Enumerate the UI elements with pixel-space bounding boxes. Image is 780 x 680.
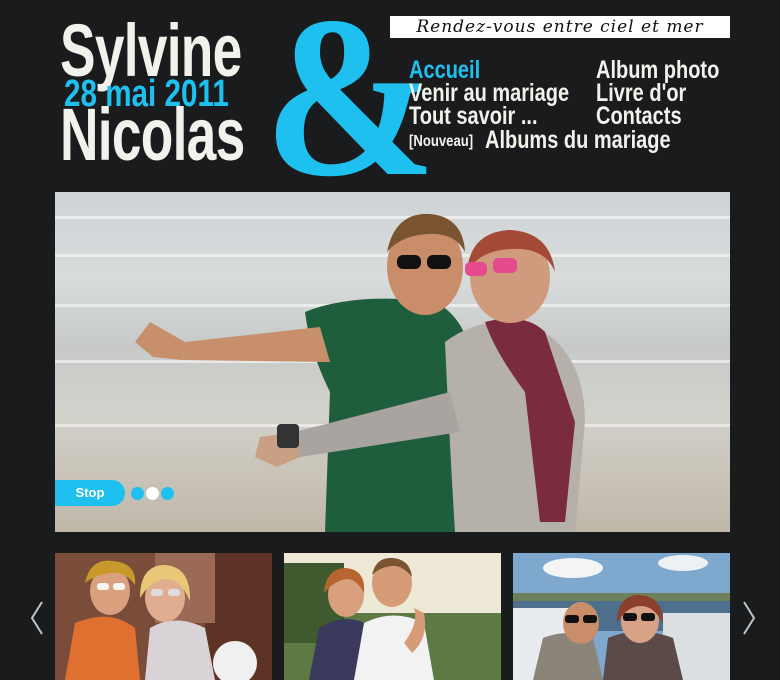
slide-dot-active[interactable] <box>146 487 159 500</box>
stop-slideshow-button[interactable]: Stop <box>55 480 125 506</box>
chevron-left-icon[interactable] <box>27 598 47 638</box>
slide-dot[interactable] <box>131 487 144 500</box>
thumbnail-photo <box>284 553 501 680</box>
thumbnail-1[interactable] <box>55 553 272 680</box>
thumbnail-photo <box>65 553 272 680</box>
nav-link-albums-du-mariage[interactable]: Albums du mariage <box>485 128 671 153</box>
thumbnail-2[interactable] <box>284 553 501 680</box>
site-logo[interactable]: & Sylvine Nicolas 28 mai 2011 <box>56 0 436 212</box>
chevron-right-icon[interactable] <box>739 598 759 638</box>
couple-photo <box>135 213 585 532</box>
thumbnail-3[interactable] <box>513 553 730 680</box>
tagline-banner: Rendez-vous entre ciel et mer <box>390 16 730 38</box>
slide-dot[interactable] <box>161 487 174 500</box>
thumbnail-photo <box>513 553 730 680</box>
new-badge: [Nouveau] <box>409 133 474 150</box>
slideshow-image[interactable] <box>55 192 730 532</box>
wedding-date: 28 mai 2011 <box>64 73 229 115</box>
